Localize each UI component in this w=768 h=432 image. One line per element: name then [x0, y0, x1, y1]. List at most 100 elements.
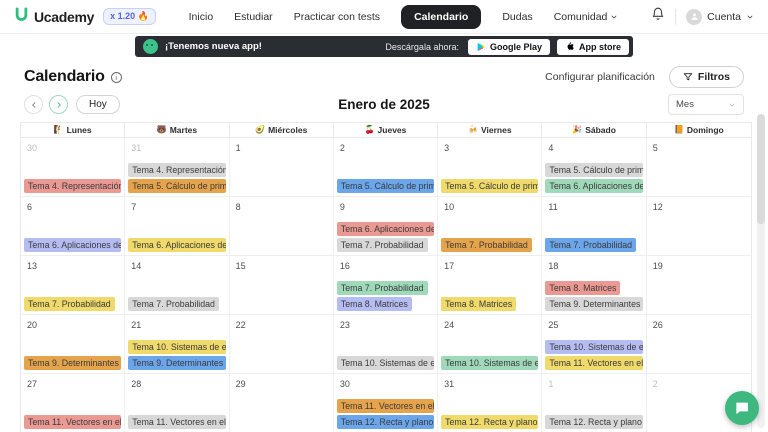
- event-pill[interactable]: Tema 6. Aplicaciones de l...: [337, 222, 434, 236]
- event-pill[interactable]: Tema 6. Aplicaciones de l...: [128, 238, 225, 252]
- event-pill[interactable]: Tema 10. Sistemas de ecu...: [337, 356, 434, 370]
- day-number: 2: [334, 140, 345, 153]
- calendar-cell-3[interactable]: 3Tema 5. Cálculo de primit...: [438, 138, 542, 197]
- calendar-cell-22[interactable]: 22: [230, 315, 334, 374]
- event-pill[interactable]: Tema 9. Determinantes: [545, 297, 642, 311]
- day-number: 11: [542, 199, 557, 212]
- calendar-cell-8[interactable]: 8: [230, 197, 334, 256]
- info-icon[interactable]: i: [111, 72, 122, 83]
- calendar-cell-21[interactable]: 21Tema 10. Sistemas de ecu...Tema 9. Det…: [125, 315, 229, 374]
- calendar-cell-1[interactable]: 1Tema 12. Recta y plano e...: [542, 374, 646, 432]
- calendar-cell-2[interactable]: 2 Tema 5. Cálculo de primit...: [334, 138, 438, 197]
- calendar-cell-15[interactable]: 15: [230, 256, 334, 315]
- day-number: 26: [647, 317, 663, 330]
- nav-item-inicio[interactable]: Inicio: [189, 11, 214, 23]
- calendar-cell-27[interactable]: 27Tema 11. Vectores en el e...: [21, 374, 125, 432]
- event-pill[interactable]: Tema 7. Probabilidad: [337, 238, 428, 252]
- event-pill[interactable]: Tema 5. Cálculo de primit...: [545, 163, 642, 177]
- event-pill[interactable]: Tema 5. Cálculo de primit...: [128, 179, 225, 193]
- calendar-cell-16[interactable]: 16 Tema 7. Probabilidad Tema 8. Matrices: [334, 256, 438, 315]
- event-pill[interactable]: Tema 7. Probabilidad: [128, 297, 219, 311]
- day-header-domingo: 📙Domingo: [647, 123, 751, 137]
- calendar-cell-10[interactable]: 10Tema 7. Probabilidad: [438, 197, 542, 256]
- calendar-cell-25[interactable]: 25Tema 10. Sistemas de ecu...Tema 11. Ve…: [542, 315, 646, 374]
- account-menu[interactable]: Cuenta: [686, 9, 754, 25]
- calendar-cell-30[interactable]: 30Tema 11. Vectores en el e...Tema 12. R…: [334, 374, 438, 432]
- scrollbar[interactable]: [757, 114, 765, 428]
- event-pill[interactable]: Tema 6. Aplicaciones de l...: [24, 238, 121, 252]
- scrollbar-thumb[interactable]: [757, 114, 765, 224]
- calendar-cell-7[interactable]: 7 Tema 6. Aplicaciones de l...: [125, 197, 229, 256]
- configure-planning-link[interactable]: Configurar planificación: [545, 71, 655, 83]
- calendar-cell-20[interactable]: 20Tema 9. Determinantes: [21, 315, 125, 374]
- calendar-cell-30[interactable]: 30Tema 4. Representación ...: [21, 138, 125, 197]
- event-pill[interactable]: Tema 8. Matrices: [441, 297, 516, 311]
- prev-month-button[interactable]: [24, 95, 43, 114]
- nav-item-estudiar[interactable]: Estudiar: [234, 11, 273, 23]
- event-pill[interactable]: Tema 12. Recta y plano e...: [441, 415, 538, 429]
- event-pill[interactable]: Tema 7. Probabilidad: [441, 238, 532, 252]
- event-pill[interactable]: Tema 11. Vectores en el e...: [128, 415, 225, 429]
- google-play-button[interactable]: Google Play: [468, 39, 550, 55]
- calendar-cell-18[interactable]: 18Tema 8. MatricesTema 9. Determinantes: [542, 256, 646, 315]
- next-month-button[interactable]: [49, 95, 68, 114]
- event-pill[interactable]: Tema 10. Sistemas de ecu...: [545, 340, 642, 354]
- calendar-cell-28[interactable]: 28Tema 11. Vectores en el e...: [125, 374, 229, 432]
- event-pill[interactable]: Tema 10. Sistemas de ecu...: [441, 356, 538, 370]
- calendar-cell-1[interactable]: 1: [230, 138, 334, 197]
- calendar: 🧗Lunes🐻Martes🥑Miércoles🍒Jueves🍻Viernes🎉S…: [20, 122, 752, 432]
- day-number: 16: [334, 258, 350, 271]
- top-header: Ucademy x 1.20 🔥 InicioEstudiarPracticar…: [0, 0, 768, 34]
- event-pill[interactable]: Tema 11. Vectores en el e...: [24, 415, 121, 429]
- calendar-cell-9[interactable]: 9Tema 6. Aplicaciones de l...Tema 7. Pro…: [334, 197, 438, 256]
- event-pill[interactable]: Tema 4. Representación ...: [128, 163, 225, 177]
- calendar-cell-11[interactable]: 11 Tema 7. Probabilidad: [542, 197, 646, 256]
- event-pill[interactable]: Tema 12. Recta y plano e...: [545, 415, 642, 429]
- calendar-cell-26[interactable]: 26: [647, 315, 751, 374]
- event-pill[interactable]: Tema 10. Sistemas de ecu...: [128, 340, 225, 354]
- event-pill[interactable]: Tema 7. Probabilidad: [545, 238, 636, 252]
- calendar-cell-19[interactable]: 19: [647, 256, 751, 315]
- calendar-cell-24[interactable]: 24Tema 10. Sistemas de ecu...: [438, 315, 542, 374]
- calendar-cell-12[interactable]: 12: [647, 197, 751, 256]
- event-pill[interactable]: Tema 7. Probabilidad: [24, 297, 115, 311]
- nav-item-comunidad[interactable]: Comunidad: [554, 11, 619, 23]
- day-number: 7: [125, 199, 136, 212]
- day-number: 15: [230, 258, 246, 271]
- calendar-cell-23[interactable]: 23Tema 10. Sistemas de ecu...: [334, 315, 438, 374]
- event-pill[interactable]: Tema 11. Vectores en el e...: [337, 399, 434, 413]
- google-play-icon: [476, 42, 486, 52]
- logo[interactable]: Ucademy: [14, 7, 94, 27]
- event-pill[interactable]: Tema 8. Matrices: [545, 281, 620, 295]
- event-pill[interactable]: Tema 7. Probabilidad: [337, 281, 428, 295]
- event-pill[interactable]: Tema 8. Matrices: [337, 297, 412, 311]
- calendar-cell-5[interactable]: 5: [647, 138, 751, 197]
- funnel-icon: [683, 72, 693, 82]
- event-pill[interactable]: Tema 5. Cálculo de primit...: [441, 179, 538, 193]
- event-pill[interactable]: Tema 6. Aplicaciones de l...: [545, 179, 642, 193]
- event-pill[interactable]: Tema 12. Recta y plano e...: [337, 415, 434, 429]
- event-pill[interactable]: Tema 5. Cálculo de primit...: [337, 179, 434, 193]
- view-select[interactable]: Mes: [668, 94, 744, 115]
- event-pill[interactable]: Tema 9. Determinantes: [24, 356, 121, 370]
- calendar-cell-13[interactable]: 13Tema 7. Probabilidad: [21, 256, 125, 315]
- event-pill[interactable]: Tema 11. Vectores en el e...: [545, 356, 642, 370]
- nav-item-calendario[interactable]: Calendario: [401, 5, 481, 29]
- nav-item-practicar-con-tests[interactable]: Practicar con tests: [294, 11, 380, 23]
- calendar-cell-31[interactable]: 31Tema 4. Representación ...Tema 5. Cálc…: [125, 138, 229, 197]
- calendar-cell-17[interactable]: 17Tema 8. Matrices: [438, 256, 542, 315]
- chat-button[interactable]: [725, 391, 759, 425]
- calendar-cell-29[interactable]: 29: [230, 374, 334, 432]
- calendar-cell-4[interactable]: 4Tema 5. Cálculo de primit...Tema 6. Apl…: [542, 138, 646, 197]
- calendar-cell-14[interactable]: 14Tema 7. Probabilidad: [125, 256, 229, 315]
- filters-button[interactable]: Filtros: [669, 66, 744, 88]
- calendar-cell-31[interactable]: 31Tema 12. Recta y plano e...: [438, 374, 542, 432]
- bell-icon[interactable]: [651, 7, 665, 26]
- app-store-button[interactable]: App store: [557, 39, 629, 55]
- event-pill[interactable]: Tema 4. Representación ...: [24, 179, 121, 193]
- day-header-sabado: 🎉Sábado: [542, 123, 646, 137]
- nav-item-dudas[interactable]: Dudas: [502, 11, 532, 23]
- event-pill[interactable]: Tema 9. Determinantes: [128, 356, 225, 370]
- today-button[interactable]: Hoy: [76, 95, 120, 114]
- calendar-cell-6[interactable]: 6Tema 6. Aplicaciones de l...: [21, 197, 125, 256]
